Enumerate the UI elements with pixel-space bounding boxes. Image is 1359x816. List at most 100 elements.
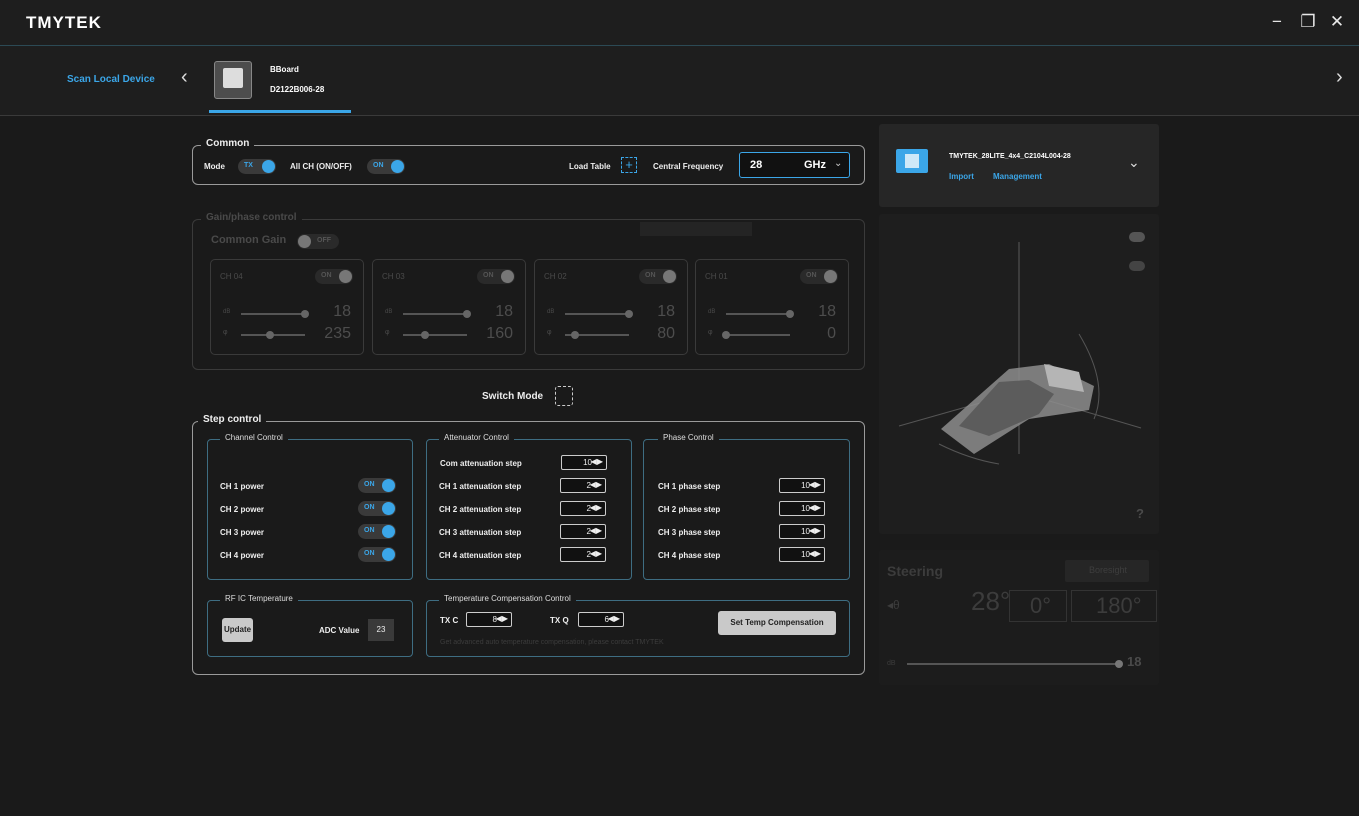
chevron-left-icon[interactable]: ‹ [181, 66, 188, 89]
switch-mode-icon[interactable] [555, 386, 573, 406]
boresight-button[interactable]: Boresight [1065, 560, 1149, 582]
channel-power-toggle[interactable]: ON [358, 478, 396, 493]
device-card-title: TMYTEK_28LITE_4x4_C2104L004-28 [949, 153, 1071, 160]
set-temp-compensation-button[interactable]: Set Temp Compensation [718, 611, 836, 635]
phase-step-label: CH 4 phase step [658, 551, 721, 560]
minimize-button[interactable]: − [1266, 11, 1288, 33]
attenuator-control-legend: Attenuator Control [439, 433, 514, 442]
phase-icon: φ [223, 329, 228, 336]
channel-toggle: ON [800, 269, 838, 284]
camera-icon[interactable] [1129, 232, 1145, 242]
com-attenuation-label: Com attenuation step [440, 459, 522, 468]
phase-icon: φ [385, 329, 390, 336]
allch-toggle[interactable]: ON [367, 159, 405, 174]
stepper-arrows-icon[interactable]: ◀▶ [809, 526, 821, 535]
phase-stepper[interactable]: 10 ◀▶ [779, 547, 825, 562]
update-button[interactable]: Update [222, 618, 253, 642]
phase-slider [565, 331, 629, 339]
chevron-right-icon[interactable]: › [1336, 66, 1343, 89]
phase-step-label: CH 3 phase step [658, 528, 721, 537]
device-bar: Scan Local Device ‹ BBoard D2122B006-28 … [0, 46, 1359, 116]
phase-stepper[interactable]: 10 ◀▶ [779, 478, 825, 493]
stepper-arrows-icon[interactable]: ◀▶ [809, 503, 821, 512]
channel-box: CH 02 ON dB 18 φ 80 [534, 259, 688, 355]
restore-button[interactable]: ❐ [1297, 11, 1319, 33]
beam-pattern-plot [898, 242, 1142, 465]
gain-phase-legend: Gain/phase control [201, 212, 302, 223]
channel-toggle-text: ON [483, 272, 494, 279]
phase-slider [722, 331, 790, 339]
scan-local-device-link[interactable]: Scan Local Device [67, 74, 155, 85]
stepper-arrows-icon[interactable]: ◀▶ [496, 614, 508, 623]
phi-field[interactable]: 0° [1009, 590, 1067, 622]
frequency-unit: GHz [804, 159, 826, 171]
theta-icon: ◂θ [887, 598, 900, 612]
beam-3d-viewer[interactable]: ? [879, 214, 1159, 534]
view-toggle-icon[interactable] [1129, 261, 1145, 271]
stepper-arrows-icon[interactable]: ◀▶ [590, 480, 602, 489]
device-thumbnail[interactable] [214, 61, 252, 99]
mode-toggle[interactable]: TX [238, 159, 276, 174]
phase-stepper[interactable]: 10 ◀▶ [779, 501, 825, 516]
attenuation-stepper[interactable]: 2 ◀▶ [560, 524, 606, 539]
phase-stepper[interactable]: 10 ◀▶ [779, 524, 825, 539]
import-link[interactable]: Import [949, 172, 974, 181]
channel-power-label: CH 2 power [220, 505, 265, 514]
mode-label: Mode [204, 162, 225, 171]
stepper-arrows-icon[interactable]: ◀▶ [590, 549, 602, 558]
txc-stepper[interactable]: 8 ◀▶ [466, 612, 512, 627]
stepper-arrows-icon[interactable]: ◀▶ [590, 526, 602, 535]
close-button[interactable]: ✕ [1326, 11, 1348, 33]
txq-stepper[interactable]: 6 ◀▶ [578, 612, 624, 627]
attenuation-stepper[interactable]: 2 ◀▶ [560, 547, 606, 562]
frequency-select[interactable]: 28 GHz ⌄ [739, 152, 850, 178]
adc-value: 23 [368, 619, 394, 641]
load-table-icon[interactable]: + [621, 157, 637, 173]
channel-power-toggle-text: ON [364, 550, 375, 557]
temp-compensation-note: Get advanced auto temperature compensati… [440, 639, 664, 646]
channel-box: CH 03 ON dB 18 φ 160 [372, 259, 526, 355]
channel-power-toggle-text: ON [364, 527, 375, 534]
stepper-arrows-icon[interactable]: ◀▶ [608, 614, 620, 623]
phi2-value: 180° [1096, 593, 1142, 618]
gain-slider [241, 310, 309, 318]
com-attenuation-stepper[interactable]: 10 ◀▶ [561, 455, 607, 470]
txc-label: TX C [440, 616, 459, 625]
help-icon[interactable]: ? [1136, 506, 1144, 521]
stepper-arrows-icon[interactable]: ◀▶ [591, 457, 603, 466]
phase-value: 0 [827, 325, 836, 342]
rfic-legend: RF IC Temperature [220, 594, 298, 603]
phase-icon: φ [708, 329, 713, 336]
steering-panel: Steering Boresight ◂θ 28° 0° 180° dB 18 [879, 550, 1159, 685]
phase-icon: φ [547, 329, 552, 336]
phi2-field[interactable]: 180° [1071, 590, 1157, 622]
steering-db-slider[interactable] [907, 660, 1123, 668]
stepper-arrows-icon[interactable]: ◀▶ [590, 503, 602, 512]
attenuation-step-label: CH 3 attenuation step [439, 528, 522, 537]
management-link[interactable]: Management [993, 172, 1042, 181]
channel-toggle-text: ON [321, 272, 332, 279]
phase-control-legend: Phase Control [658, 433, 719, 442]
stepper-arrows-icon[interactable]: ◀▶ [809, 549, 821, 558]
channel-name: CH 01 [705, 272, 728, 281]
db-label: dB [223, 309, 231, 315]
common-gain-toggle-text: OFF [317, 237, 331, 244]
channel-power-toggle[interactable]: ON [358, 524, 396, 539]
chevron-down-icon: ⌄ [834, 158, 843, 169]
channel-power-label: CH 3 power [220, 528, 265, 537]
common-legend: Common [201, 138, 255, 149]
channel-power-toggle[interactable]: ON [358, 547, 396, 562]
chevron-down-icon[interactable]: ⌄ [1128, 154, 1140, 171]
attenuation-stepper[interactable]: 2 ◀▶ [560, 501, 606, 516]
channel-power-label: CH 1 power [220, 482, 265, 491]
channel-power-toggle[interactable]: ON [358, 501, 396, 516]
gain-value: 18 [818, 303, 836, 320]
db-label: dB [708, 309, 716, 315]
attenuation-stepper[interactable]: 2 ◀▶ [560, 478, 606, 493]
db-label: dB [385, 309, 393, 315]
db-label: dB [547, 309, 555, 315]
channel-control-legend: Channel Control [220, 433, 288, 442]
gain-value: 18 [657, 303, 675, 320]
device-name: BBoard [270, 65, 299, 74]
stepper-arrows-icon[interactable]: ◀▶ [809, 480, 821, 489]
